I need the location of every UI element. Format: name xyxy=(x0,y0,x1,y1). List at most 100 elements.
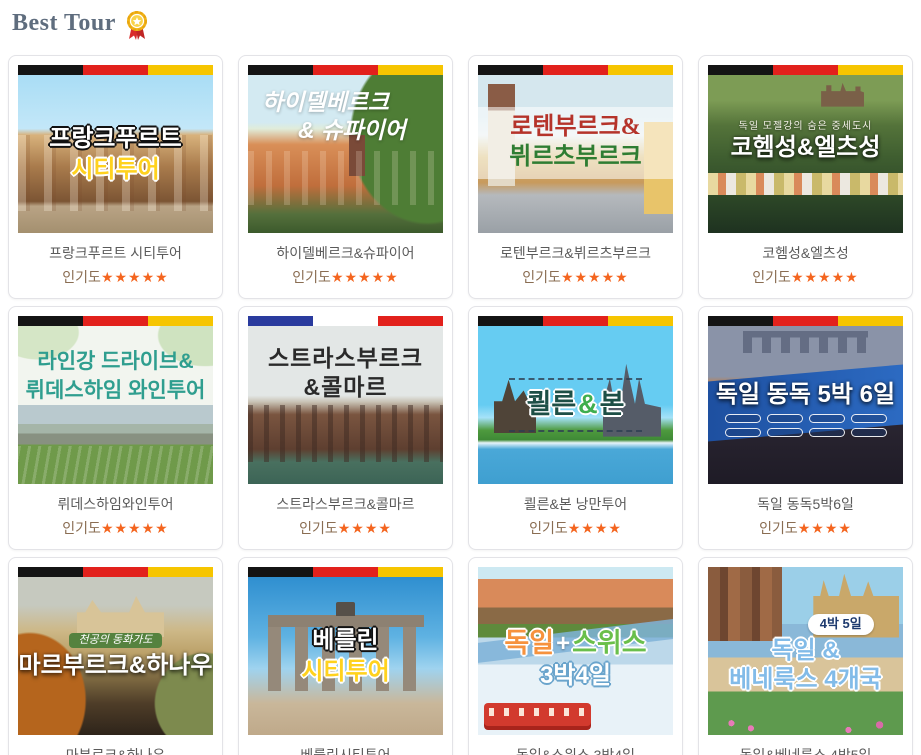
tour-photo: 독일 모젤강의 숨은 중세도시코헴성&엘츠성 xyxy=(708,75,903,233)
tour-card-cochem[interactable]: 독일 모젤강의 숨은 중세도시코헴성&엘츠성 코헴성&엘츠성 인기도★★★★★ xyxy=(698,55,913,299)
flag-segment xyxy=(148,567,213,577)
flag-segment xyxy=(543,316,608,326)
tour-card-swiss[interactable]: 독일 + 스위스3박4일 독일&스위스 3박4일 인기도★★★★ xyxy=(468,557,683,755)
country-flag-stripe xyxy=(708,65,903,75)
tour-card-heidelberg[interactable]: 하이델베르크& 슈파이어 하이델베르크&슈파이어 인기도★★★★★ xyxy=(238,55,453,299)
medal-icon xyxy=(123,10,151,43)
flag-segment xyxy=(18,65,83,75)
tour-name: 프랑크푸르트 시티투어 xyxy=(20,243,211,263)
flag-segment xyxy=(248,316,313,326)
flag-segment xyxy=(148,316,213,326)
photo-overlay-text: 베를린시티투어 xyxy=(248,577,443,735)
tour-caption: 베를린시티투어 인기도★★★★ xyxy=(248,735,443,755)
overlay-line: 프랑크푸르트 xyxy=(49,125,181,153)
tour-card-strasbourg[interactable]: 스트라스부르크&콜마르 스트라스부르크&콜마르 인기도★★★★ xyxy=(238,306,453,550)
flag-segment xyxy=(378,65,443,75)
tour-grid: 프랑크푸르트시티투어 프랑크푸르트 시티투어 인기도★★★★★ 하이델베르크& … xyxy=(8,55,913,755)
flag-segment xyxy=(83,65,148,75)
overlay-line xyxy=(725,414,887,423)
tour-name: 코헴성&엘츠성 xyxy=(710,243,901,263)
tour-photo: 독일 동독 5박 6일 xyxy=(708,326,903,484)
overlay-line: 베를린 xyxy=(312,627,378,655)
overlay-line: 스트라스부르크 xyxy=(268,345,423,371)
flag-segment xyxy=(18,567,83,577)
tour-card-marburg[interactable]: 천공의 동화가도마르부르크&하나우 마부르크&하나우 인기도★★★★★ xyxy=(8,557,223,755)
country-flag-stripe xyxy=(478,316,673,326)
tour-caption: 독일&베네룩스 4박5일 인기도★★★★ xyxy=(708,735,903,755)
rating-label: 인기도 xyxy=(292,269,331,285)
overlay-line: 마르부르크&하나우 xyxy=(19,652,213,680)
tour-card-rothenburg[interactable]: 로텐부르크&뷔르츠부르크 로텐부르크&뷔르츠부르크 인기도★★★★★ xyxy=(468,55,683,299)
rating-label: 인기도 xyxy=(62,520,101,536)
tour-card-frankfurt[interactable]: 프랑크푸르트시티투어 프랑크푸르트 시티투어 인기도★★★★★ xyxy=(8,55,223,299)
overlay-part: 쾰른 xyxy=(526,389,576,420)
photo-overlay-text: 쾰른 & 본 xyxy=(478,326,673,484)
overlay-part xyxy=(725,414,761,423)
overlay-part: 본 xyxy=(600,389,625,420)
flag-segment xyxy=(148,65,213,75)
page: Best Tour 프랑크푸르트시티투어 프랑크푸르트 시티투어 인기도★★★★… xyxy=(0,0,921,755)
tour-caption: 코헴성&엘츠성 인기도★★★★★ xyxy=(708,233,903,298)
flag-segment xyxy=(838,316,903,326)
country-flag-stripe xyxy=(248,567,443,577)
rating-label: 인기도 xyxy=(62,269,101,285)
flag-segment xyxy=(248,65,313,75)
flag-segment xyxy=(608,316,673,326)
tour-card-dongdok[interactable]: 독일 동독 5박 6일 독일 동독5박6일 인기도★★★★ xyxy=(698,306,913,550)
country-flag-stripe xyxy=(478,65,673,75)
tour-photo: 로텐부르크&뷔르츠부르크 xyxy=(478,75,673,233)
overlay-part: & xyxy=(578,389,598,420)
overlay-part xyxy=(851,414,887,423)
overlay-part xyxy=(725,428,761,437)
rating-stars-icon: ★★★★ xyxy=(568,520,622,536)
flag-segment xyxy=(543,65,608,75)
tour-photo: 프랑크푸르트시티투어 xyxy=(18,75,213,233)
page-title: Best Tour xyxy=(12,10,116,37)
overlay-line: 라인강 드라이브& xyxy=(37,350,193,374)
tour-caption: 마부르크&하나우 인기도★★★★★ xyxy=(18,735,213,755)
tour-card-benelux[interactable]: 4박 5일독일 &베네룩스 4개국 독일&베네룩스 4박5일 인기도★★★★ xyxy=(698,557,913,755)
rating-label: 인기도 xyxy=(522,269,561,285)
flag-segment xyxy=(478,65,543,75)
country-flag-stripe xyxy=(708,316,903,326)
flag-segment xyxy=(478,316,543,326)
overlay-part: 스위스 xyxy=(572,628,647,659)
tour-photo: 하이델베르크& 슈파이어 xyxy=(248,75,443,233)
overlay-line: 로텐부르크& xyxy=(510,114,640,142)
rating-stars-icon: ★★★★ xyxy=(338,520,392,536)
overlay-part: 독일 xyxy=(504,628,554,659)
tour-name: 스트라스부르크&콜마르 xyxy=(250,494,441,514)
tour-caption: 프랑크푸르트 시티투어 인기도★★★★★ xyxy=(18,233,213,298)
flag-segment xyxy=(838,65,903,75)
country-flag-stripe xyxy=(248,316,443,326)
overlay-line: & 슈파이어 xyxy=(298,117,406,143)
tour-card-ruedesheim[interactable]: 라인강 드라이브&뤼데스하임 와인투어 뤼데스하임와인투어 인기도★★★★★ xyxy=(8,306,223,550)
tour-photo: 베를린시티투어 xyxy=(248,577,443,735)
overlay-line: 시티투어 xyxy=(71,156,159,184)
overlay-part: + xyxy=(556,630,570,658)
tour-photo: 스트라스부르크&콜마르 xyxy=(248,326,443,484)
flag-segment xyxy=(83,567,148,577)
tour-caption: 로텐부르크&뷔르츠부르크 인기도★★★★★ xyxy=(478,233,673,298)
tour-name: 독일&베네룩스 4박5일 xyxy=(710,745,901,755)
rating-stars-icon: ★★★★★ xyxy=(791,269,859,285)
flag-segment xyxy=(18,316,83,326)
flag-segment xyxy=(708,65,773,75)
flag-segment xyxy=(773,65,838,75)
tour-caption: 독일 동독5박6일 인기도★★★★ xyxy=(708,484,903,549)
tour-card-cologne[interactable]: 쾰른 & 본 쾰른&본 낭만투어 인기도★★★★ xyxy=(468,306,683,550)
flag-segment xyxy=(83,316,148,326)
photo-overlay-text: 하이델베르크& 슈파이어 xyxy=(248,75,443,233)
overlay-line: 베네룩스 4개국 xyxy=(729,666,882,694)
overlay-part xyxy=(851,428,887,437)
tour-photo: 라인강 드라이브&뤼데스하임 와인투어 xyxy=(18,326,213,484)
tour-caption: 독일&스위스 3박4일 인기도★★★★ xyxy=(478,735,673,755)
tour-rating: 인기도★★★★★ xyxy=(20,267,211,287)
tour-card-berlin[interactable]: 베를린시티투어 베를린시티투어 인기도★★★★ xyxy=(238,557,453,755)
photo-overlay-text: 독일 모젤강의 숨은 중세도시코헴성&엘츠성 xyxy=(708,100,903,182)
rating-label: 인기도 xyxy=(752,269,791,285)
photo-overlay-text: 로텐부르크&뷔르츠부르크 xyxy=(478,107,673,179)
overlay-line: 뷔르츠부르크 xyxy=(509,144,641,172)
tour-name: 독일 동독5박6일 xyxy=(710,494,901,514)
flag-segment xyxy=(313,567,378,577)
